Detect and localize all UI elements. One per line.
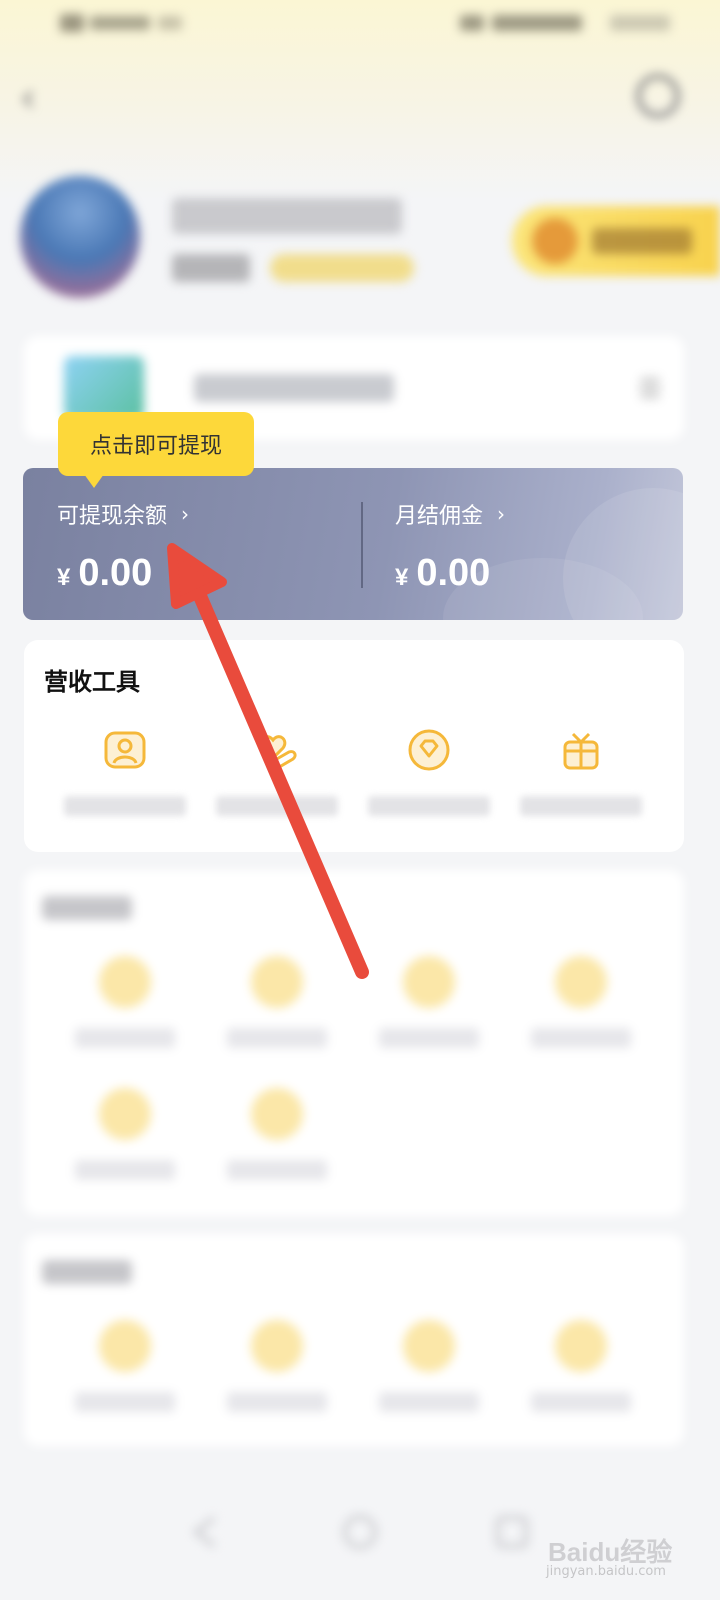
withdrawable-balance[interactable]: 可提现余额 › ¥ 0.00 xyxy=(57,498,347,598)
back-icon[interactable]: ‹ xyxy=(20,78,54,118)
service-icon xyxy=(403,1320,455,1372)
grid-item[interactable] xyxy=(202,1320,352,1412)
grid-label xyxy=(379,1028,479,1048)
tool-label xyxy=(216,796,338,816)
tool-label xyxy=(520,796,642,816)
grid-item[interactable] xyxy=(50,956,200,1048)
service-icon xyxy=(99,1088,151,1140)
status-badge xyxy=(270,254,414,282)
service-icon xyxy=(555,1320,607,1372)
grid-item[interactable] xyxy=(50,1088,200,1180)
tool-label xyxy=(64,796,186,816)
heart-hand-icon xyxy=(259,735,297,768)
grid-label xyxy=(379,1392,479,1412)
grid-item[interactable] xyxy=(202,956,352,1048)
currency-symbol: ¥ xyxy=(395,564,409,591)
user-frame-icon xyxy=(104,731,146,769)
grid-label xyxy=(75,1392,175,1412)
grid-label xyxy=(227,1392,327,1412)
section-title xyxy=(42,896,132,920)
signal-icon xyxy=(60,14,84,32)
home-icon[interactable] xyxy=(340,1512,380,1552)
avatar[interactable] xyxy=(20,176,140,298)
withdraw-tooltip[interactable]: 点击即可提现 xyxy=(58,412,254,488)
grid-item[interactable] xyxy=(202,1088,352,1180)
chevron-right-icon: › xyxy=(181,502,190,526)
username xyxy=(172,198,402,234)
chevron-right-icon xyxy=(640,376,660,400)
top-nav: ‹ xyxy=(0,60,720,140)
recent-apps-icon[interactable] xyxy=(492,1512,532,1552)
grid-item[interactable] xyxy=(354,956,504,1048)
withdrawable-label: 可提现余额 xyxy=(57,504,168,529)
tool-item[interactable] xyxy=(506,726,656,816)
withdrawable-amount: 0.00 xyxy=(78,552,153,594)
service-icon xyxy=(555,956,607,1008)
monthly-commission-label: 月结佣金 xyxy=(395,504,484,529)
notice-text xyxy=(194,374,394,402)
service-icon xyxy=(99,1320,151,1372)
grid-label xyxy=(531,1392,631,1412)
service-icon xyxy=(251,1320,303,1372)
divider xyxy=(361,502,363,588)
gift-icon xyxy=(563,732,599,770)
grid-label xyxy=(227,1028,327,1048)
service-icon xyxy=(251,956,303,1008)
user-level xyxy=(172,254,250,282)
grid-item[interactable] xyxy=(50,1320,200,1412)
headset-icon[interactable] xyxy=(636,74,680,118)
baidu-watermark: Baidu经验 jingyan.baidu.com xyxy=(542,1526,692,1586)
coin-icon xyxy=(532,218,578,264)
chevron-right-icon: › xyxy=(497,502,506,526)
signal-indicator xyxy=(60,12,190,34)
back-icon[interactable] xyxy=(186,1512,226,1552)
diamond-icon xyxy=(408,729,450,771)
grid-item[interactable] xyxy=(506,1320,656,1412)
watermark-url: jingyan.baidu.com xyxy=(546,1564,666,1579)
grid-item[interactable] xyxy=(354,1320,504,1412)
revenue-tools-card: 营收工具 xyxy=(24,640,684,852)
grid-label xyxy=(531,1028,631,1048)
more-section-card xyxy=(24,1234,684,1446)
service-icon xyxy=(99,956,151,1008)
tool-label xyxy=(368,796,490,816)
section-title xyxy=(42,1260,132,1284)
status-bar xyxy=(0,0,720,48)
service-section-card xyxy=(24,870,684,1216)
tool-item[interactable] xyxy=(202,726,352,816)
service-icon xyxy=(403,956,455,1008)
grid-label xyxy=(75,1160,175,1180)
gold-member-button[interactable] xyxy=(512,206,720,276)
grid-label xyxy=(75,1028,175,1048)
service-icon xyxy=(251,1088,303,1140)
monthly-commission-amount: 0.00 xyxy=(416,552,491,594)
grid-item[interactable] xyxy=(506,956,656,1048)
tool-item[interactable] xyxy=(354,726,504,816)
profile-header xyxy=(0,176,720,306)
balance-card: 可提现余额 › ¥ 0.00 月结佣金 › ¥ 0.00 xyxy=(23,468,683,620)
grid-label xyxy=(227,1160,327,1180)
system-indicators xyxy=(460,12,680,34)
tool-item[interactable] xyxy=(50,726,200,816)
monthly-commission[interactable]: 月结佣金 › ¥ 0.00 xyxy=(395,498,655,598)
notice-icon xyxy=(64,356,144,420)
section-title: 营收工具 xyxy=(44,668,140,696)
currency-symbol: ¥ xyxy=(57,564,71,591)
